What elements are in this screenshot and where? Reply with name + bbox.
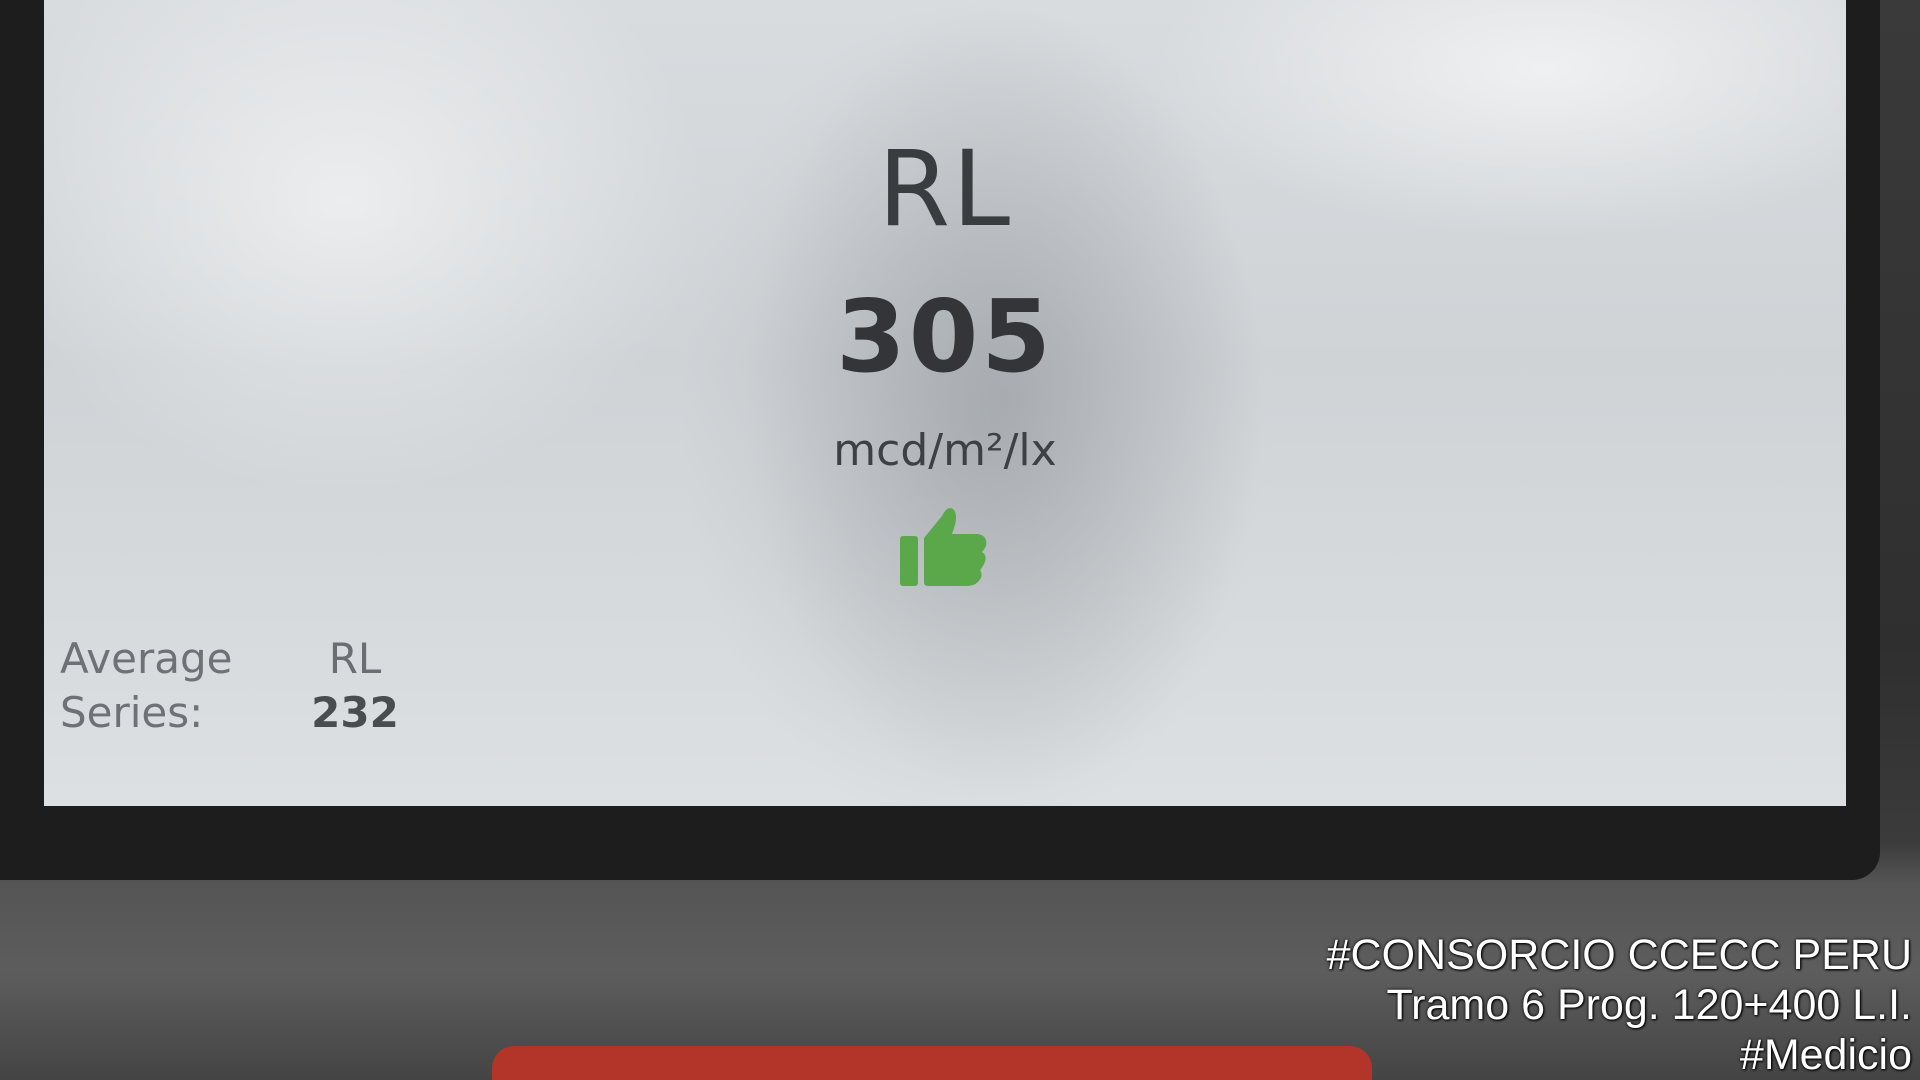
device-photo: RL 305 mcd/m²/lx Average RL Series: 232 [0, 0, 1920, 1080]
screen-bezel: RL 305 mcd/m²/lx Average RL Series: 232 [0, 0, 1880, 880]
measurement-label: RL [877, 128, 1013, 250]
measurement-unit: mcd/m²/lx [833, 425, 1057, 476]
average-series-panel: Average RL Series: 232 [60, 632, 410, 740]
average-label: Average [60, 634, 233, 683]
series-label: Series: [60, 688, 204, 737]
device-red-button[interactable] [492, 1046, 1372, 1080]
average-series-value: 232 [311, 688, 399, 737]
caption-line-1: #CONSORCIO CCECC PERU [1326, 931, 1912, 979]
thumbs-up-icon [898, 500, 990, 590]
photo-caption: #CONSORCIO CCECC PERU Tramo 6 Prog. 120+… [1327, 930, 1912, 1080]
caption-line-3: #Medicio [1739, 1031, 1912, 1079]
reflection-shadow [744, 0, 1264, 800]
caption-line-2: Tramo 6 Prog. 120+400 L.I. [1386, 981, 1912, 1029]
device-screen: RL 305 mcd/m²/lx Average RL Series: 232 [44, 0, 1846, 806]
average-column-header: RL [328, 634, 382, 683]
measurement-value: 305 [836, 278, 1054, 395]
